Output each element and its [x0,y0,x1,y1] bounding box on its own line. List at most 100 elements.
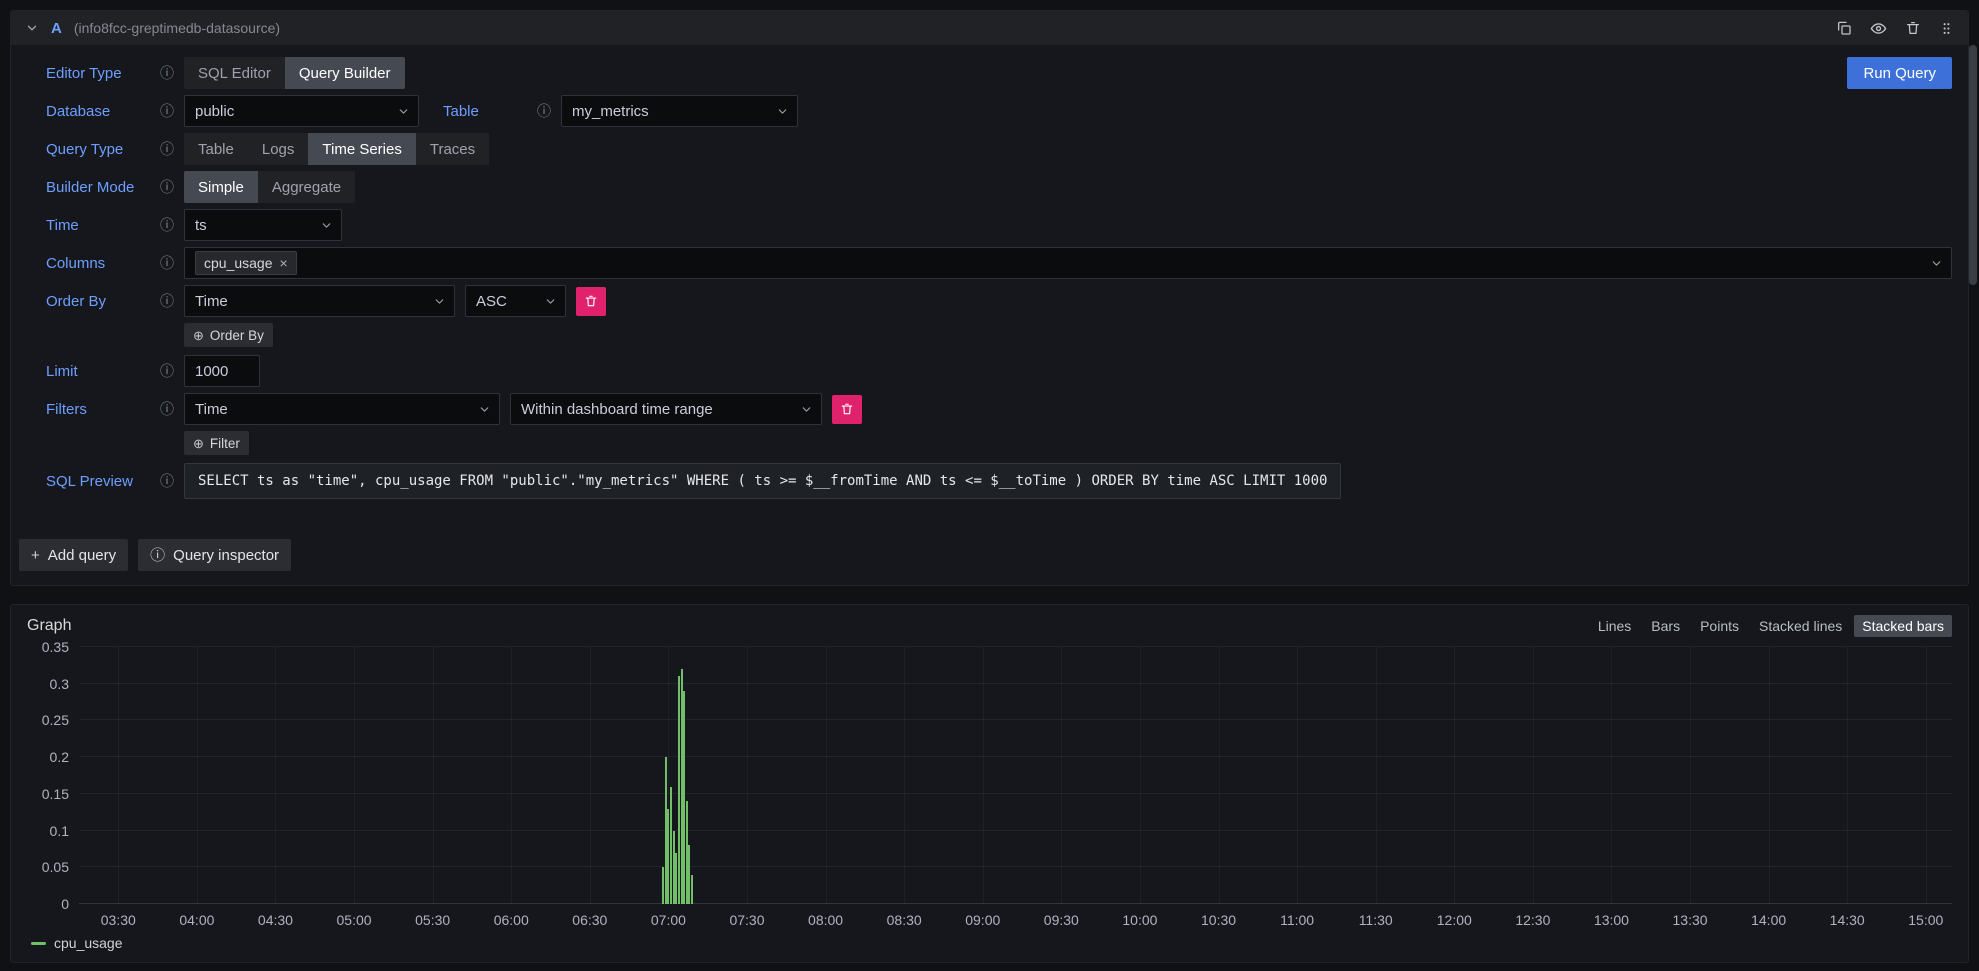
v-gridline [197,647,198,904]
plus-circle-icon: ⊕ [193,329,204,342]
query-ref-id: A [51,20,62,37]
editor-type-row: Editor Type ⓘ SQL Editor Query Builder R… [46,57,1952,89]
order-by-info-icon[interactable]: ⓘ [160,294,174,308]
editor-type-option-sql-editor[interactable]: SQL Editor [184,57,285,89]
builder-mode-option-simple[interactable]: Simple [184,171,258,203]
graph-panel: Graph Lines Bars Points Stacked lines St… [10,604,1969,963]
h-gridline [79,683,1952,684]
panel-title: Graph [27,617,71,635]
limit-info-icon[interactable]: ⓘ [160,364,174,378]
query-type-label-wrap: Query Type ⓘ [46,141,174,158]
filters-field-select[interactable]: Time [184,393,500,425]
v-gridline [826,647,827,904]
disable-query-icon[interactable] [1870,20,1887,37]
v-gridline [1611,647,1612,904]
query-type-group: Table Logs Time Series Traces [184,133,489,165]
remove-query-icon[interactable] [1905,20,1921,36]
page-scrollbar[interactable] [1969,45,1977,285]
x-tick-label: 06:30 [572,912,607,928]
order-by-label: Order By [46,293,106,310]
v-gridline [1533,647,1534,904]
legend-swatch [31,942,46,945]
collapse-chevron-icon[interactable] [25,21,39,35]
mode-bars[interactable]: Bars [1643,615,1688,637]
query-editor-panel: A (info8fcc-greptimedb-datasource) [10,10,1969,586]
database-info-icon[interactable]: ⓘ [160,104,174,118]
add-query-button[interactable]: + Add query [19,539,128,571]
time-value: ts [195,217,207,234]
x-tick-label: 15:00 [1908,912,1943,928]
v-gridline [1297,647,1298,904]
columns-multiselect[interactable]: cpu_usage × [184,247,1952,279]
table-label-wrap: Table ⓘ [443,103,551,120]
orderby-direction-select[interactable]: ASC [465,285,566,317]
query-type-option-table[interactable]: Table [184,133,248,165]
column-tag[interactable]: cpu_usage × [195,251,297,275]
legend-item-cpu-usage[interactable]: cpu_usage [31,935,123,951]
y-tick-label: 0.3 [27,676,69,692]
add-filter-button[interactable]: ⊕ Filter [184,431,249,455]
database-select[interactable]: public [184,95,419,127]
x-tick-label: 09:00 [965,912,1000,928]
page: A (info8fcc-greptimedb-datasource) [0,0,1979,971]
x-tick-label: 10:00 [1122,912,1157,928]
mode-points[interactable]: Points [1692,615,1747,637]
filters-condition-select[interactable]: Within dashboard time range [510,393,822,425]
query-row-header[interactable]: A (info8fcc-greptimedb-datasource) [11,11,1968,45]
order-by-label-wrap: Order By ⓘ [46,293,174,310]
h-gridline [79,830,1952,831]
v-gridline [1454,647,1455,904]
run-query-button[interactable]: Run Query [1847,57,1952,89]
x-tick-label: 10:30 [1201,912,1236,928]
columns-label-wrap: Columns ⓘ [46,255,174,272]
time-select[interactable]: ts [184,209,342,241]
time-info-icon[interactable]: ⓘ [160,218,174,232]
duplicate-query-icon[interactable] [1836,20,1852,36]
add-orderby-button[interactable]: ⊕ Order By [184,323,273,347]
chevron-down-icon [433,295,446,308]
order-by-row: Order By ⓘ Time ASC [46,285,1952,317]
orderby-remove-button[interactable] [576,287,606,316]
mode-lines[interactable]: Lines [1590,615,1639,637]
table-select[interactable]: my_metrics [561,95,798,127]
chevron-down-icon [478,403,491,416]
mode-stacked-bars[interactable]: Stacked bars [1854,615,1952,637]
table-info-icon[interactable]: ⓘ [537,104,551,118]
x-tick-label: 04:00 [179,912,214,928]
chevron-down-icon [320,219,333,232]
add-query-label: Add query [48,547,116,564]
legend: cpu_usage [27,930,1952,956]
sql-preview-label-wrap: SQL Preview ⓘ [46,473,174,490]
builder-mode-group: Simple Aggregate [184,171,355,203]
columns-info-icon[interactable]: ⓘ [160,256,174,270]
query-type-option-traces[interactable]: Traces [416,133,489,165]
limit-input[interactable] [184,355,260,387]
editor-type-option-query-builder[interactable]: Query Builder [285,57,405,89]
y-tick-label: 0 [27,896,69,912]
chevron-down-icon [1930,257,1943,270]
table-label: Table [443,103,479,120]
query-type-info-icon[interactable]: ⓘ [160,142,174,156]
builder-mode-info-icon[interactable]: ⓘ [160,180,174,194]
editor-type-info-icon[interactable]: ⓘ [160,66,174,80]
orderby-field-select[interactable]: Time [184,285,455,317]
x-tick-label: 07:30 [729,912,764,928]
mode-stacked-lines[interactable]: Stacked lines [1751,615,1850,637]
drag-handle-icon[interactable] [1939,21,1954,36]
remove-column-icon[interactable]: × [280,256,288,270]
query-inspector-button[interactable]: ⓘ Query inspector [138,539,291,571]
v-gridline [354,647,355,904]
filters-info-icon[interactable]: ⓘ [160,402,174,416]
query-type-option-time-series[interactable]: Time Series [308,133,415,165]
filter-remove-button[interactable] [832,395,862,424]
v-gridline [983,647,984,904]
query-type-option-logs[interactable]: Logs [248,133,309,165]
sql-preview-label: SQL Preview [46,473,133,490]
builder-mode-option-aggregate[interactable]: Aggregate [258,171,355,203]
plot-area: 00.050.10.150.20.250.30.35 [79,647,1952,904]
x-tick-label: 05:00 [337,912,372,928]
time-label: Time [46,217,79,234]
query-footer: + Add query ⓘ Query inspector [11,505,1968,585]
sql-preview-info-icon[interactable]: ⓘ [160,474,174,488]
database-label: Database [46,103,110,120]
